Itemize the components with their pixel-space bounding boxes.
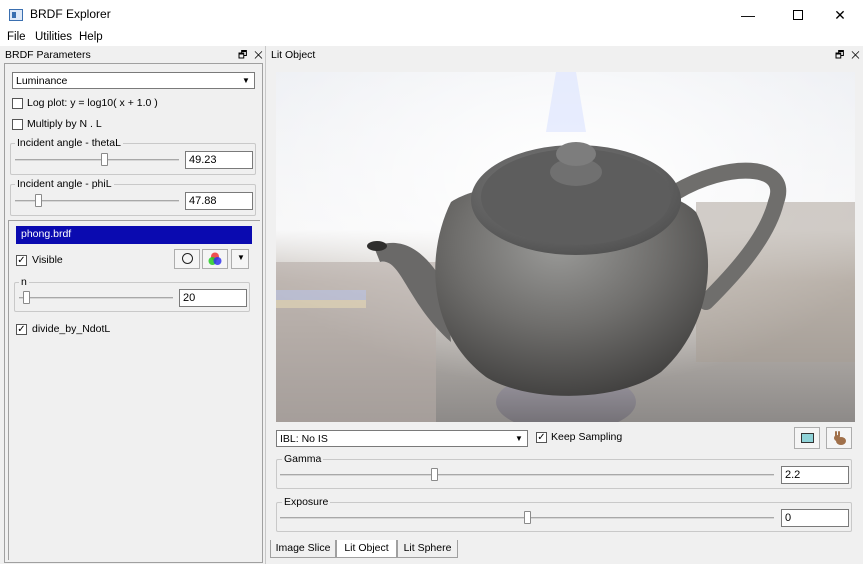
theta-slider-handle[interactable] <box>101 153 108 166</box>
teapot-render <box>276 72 855 422</box>
exposure-label: Exposure <box>282 496 331 508</box>
multiply-label: Multiply by N . L <box>27 118 102 130</box>
rabbit-icon <box>834 431 846 445</box>
rabbit-button[interactable] <box>826 427 852 449</box>
tab-lit-object[interactable]: Lit Object <box>336 540 397 558</box>
keep-sampling-checkbox[interactable]: ✓ <box>536 432 547 443</box>
chevron-down-icon: ▼ <box>237 253 245 262</box>
tab-lit-sphere[interactable]: Lit Sphere <box>397 540 458 558</box>
dock-header: BRDF Parameters 🗗 ✕ <box>0 46 266 64</box>
multiply-checkbox[interactable] <box>12 119 23 130</box>
phi-label: Incident angle - phiL <box>15 178 114 190</box>
gamma-label: Gamma <box>282 453 324 465</box>
ibl-select-value: IBL: No IS <box>280 433 328 445</box>
chevron-down-icon: ▼ <box>242 76 250 85</box>
gamma-slider-track[interactable] <box>280 474 774 476</box>
close-icon: ✕ <box>834 6 846 23</box>
keep-sampling-label: Keep Sampling <box>551 431 623 443</box>
divide-checkbox[interactable]: ✓ <box>16 324 27 335</box>
brdf-file-item[interactable]: phong.brdf <box>16 226 252 244</box>
color-button[interactable] <box>202 249 228 269</box>
phi-input[interactable]: 47.88 <box>185 192 253 210</box>
close-button[interactable]: ✕ <box>817 0 863 30</box>
tab-image-slice[interactable]: Image Slice <box>270 540 336 558</box>
theta-slider-track[interactable] <box>15 159 179 161</box>
lit-object-dock: Lit Object 🗗 ✕ IBL: No IS ▼ ✓ Keep Sampl… <box>268 46 863 564</box>
divide-label: divide_by_NdotL <box>32 323 111 335</box>
render-viewport[interactable] <box>276 72 855 422</box>
window-title: BRDF Explorer <box>30 7 111 21</box>
gamma-slider-handle[interactable] <box>431 468 438 481</box>
title-bar: BRDF Explorer — ✕ <box>0 0 863 30</box>
brdf-list-frame <box>8 220 260 560</box>
menu-file[interactable]: File <box>7 31 26 43</box>
checkmark-icon: ✓ <box>537 432 546 443</box>
dock-title: BRDF Parameters <box>5 49 91 61</box>
channel-select[interactable]: Luminance ▼ <box>12 72 255 89</box>
phi-slider-handle[interactable] <box>35 194 42 207</box>
app-window-icon <box>9 9 23 21</box>
n-slider-handle[interactable] <box>23 291 30 304</box>
options-dropdown-button[interactable]: ▼ <box>231 249 249 269</box>
menu-help[interactable]: Help <box>79 31 103 43</box>
maximize-icon <box>793 10 803 20</box>
screen-capture-button[interactable] <box>794 427 820 449</box>
minimize-button[interactable]: — <box>725 0 771 30</box>
log-plot-label: Log plot: y = log10( x + 1.0 ) <box>27 97 158 109</box>
checkmark-icon: ✓ <box>17 324 26 335</box>
exposure-slider-handle[interactable] <box>524 511 531 524</box>
n-label: n <box>19 276 29 288</box>
exposure-input[interactable]: 0 <box>781 509 849 527</box>
menu-bar: File Utilities Help <box>0 30 863 46</box>
chevron-down-icon: ▼ <box>515 434 523 443</box>
n-input[interactable]: 20 <box>179 289 247 307</box>
maximize-button[interactable] <box>775 0 821 30</box>
color-wheel-icon <box>208 252 222 265</box>
dock-title: Lit Object <box>271 49 316 61</box>
n-slider-track[interactable] <box>19 297 173 299</box>
menu-utilities[interactable]: Utilities <box>35 31 72 43</box>
gamma-input[interactable]: 2.2 <box>781 466 849 484</box>
screen-capture-icon <box>801 433 814 443</box>
checkmark-icon: ✓ <box>17 255 26 266</box>
circle-button[interactable] <box>174 249 200 269</box>
visible-checkbox[interactable]: ✓ <box>16 255 27 266</box>
ibl-select[interactable]: IBL: No IS ▼ <box>276 430 528 447</box>
channel-select-value: Luminance <box>16 75 68 87</box>
visible-label: Visible <box>32 254 63 266</box>
log-plot-checkbox[interactable] <box>12 98 23 109</box>
theta-label: Incident angle - thetaL <box>15 137 123 149</box>
minimize-icon: — <box>741 7 755 23</box>
brdf-parameters-dock: BRDF Parameters 🗗 ✕ Luminance ▼ Log plot… <box>0 46 266 564</box>
circle-icon <box>182 253 193 264</box>
dock-float-close-buttons[interactable]: 🗗 ✕ <box>835 48 862 65</box>
parameters-panel: Luminance ▼ Log plot: y = log10( x + 1.0… <box>4 63 263 563</box>
theta-input[interactable]: 49.23 <box>185 151 253 169</box>
